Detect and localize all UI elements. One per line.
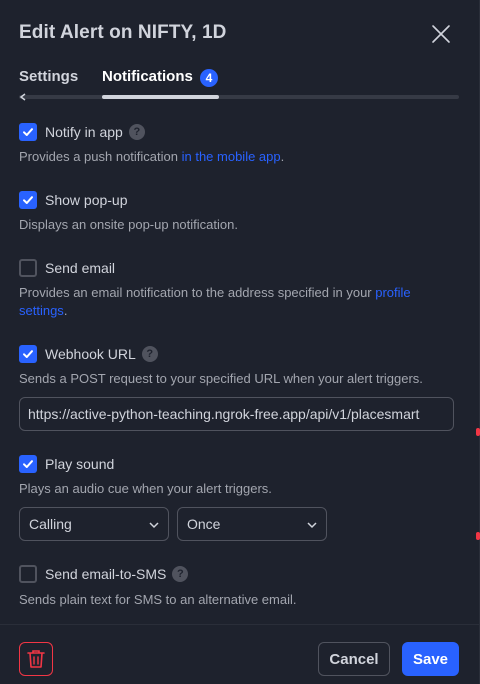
help-icon[interactable]: ?: [128, 124, 145, 140]
edge-marker: [476, 428, 480, 436]
checkmark-icon: [23, 350, 33, 358]
email-to-sms-checkbox[interactable]: [19, 565, 37, 583]
notify-in-app-description: Provides a push notification in the mobi…: [19, 148, 459, 166]
email-to-sms-description: Sends plain text for SMS to an alternati…: [19, 592, 297, 607]
cancel-button[interactable]: Cancel: [318, 642, 390, 676]
checkmark-icon: [23, 128, 33, 136]
edit-alert-dialog: Edit Alert on NIFTY, 1D Settings Notific…: [0, 0, 480, 684]
description-text: .: [63, 303, 68, 318]
email-to-sms-option: Send email-to-SMS ?: [19, 564, 459, 584]
send-email-description: Provides an email notification to the ad…: [19, 284, 459, 320]
dialog-title: Edit Alert on NIFTY, 1D: [19, 22, 227, 43]
sound-select[interactable]: Calling: [19, 507, 169, 541]
repeat-select[interactable]: Once: [177, 507, 327, 541]
tab-settings[interactable]: Settings: [19, 68, 78, 85]
notify-in-app-label[interactable]: Notify in app: [45, 124, 123, 140]
checkmark-icon: [23, 460, 33, 468]
close-button[interactable]: [429, 22, 453, 46]
webhook-url-option: Webhook URL ?: [19, 344, 459, 364]
email-to-sms-label[interactable]: Send email-to-SMS: [45, 566, 166, 582]
webhook-url-label[interactable]: Webhook URL: [45, 346, 136, 362]
delete-alert-button[interactable]: [19, 642, 53, 676]
tab-scroll-track: [19, 95, 459, 99]
play-sound-checkbox[interactable]: [19, 455, 37, 473]
send-email-label[interactable]: Send email: [45, 260, 115, 276]
show-popup-option: Show pop-up: [19, 190, 459, 210]
help-icon[interactable]: ?: [141, 346, 158, 362]
chevron-down-icon: [307, 522, 317, 529]
active-tab-indicator: [102, 95, 219, 99]
notifications-count-badge: 4: [200, 69, 218, 87]
show-popup-description: Displays an onsite pop-up notification.: [19, 217, 238, 232]
edge-marker: [476, 532, 480, 540]
send-email-checkbox[interactable]: [19, 259, 37, 277]
chevron-down-icon: [149, 522, 159, 529]
tab-scroll-left-icon[interactable]: [19, 92, 29, 102]
dialog-header: Edit Alert on NIFTY, 1D: [19, 22, 459, 48]
webhook-url-description: Sends a POST request to your specified U…: [19, 371, 423, 386]
save-button[interactable]: Save: [402, 642, 459, 676]
description-text: .: [280, 149, 285, 164]
show-popup-label[interactable]: Show pop-up: [45, 192, 128, 208]
description-text: Provides a push notification: [19, 149, 182, 164]
webhook-url-input[interactable]: https://active-python-teaching.ngrok-fre…: [19, 397, 454, 431]
webhook-url-checkbox[interactable]: [19, 345, 37, 363]
checkmark-icon: [23, 196, 33, 204]
help-icon[interactable]: ?: [172, 566, 189, 582]
play-sound-option: Play sound: [19, 454, 459, 474]
description-text: Provides an email notification to the ad…: [19, 285, 376, 300]
close-icon: [432, 25, 450, 43]
notify-in-app-checkbox[interactable]: [19, 123, 37, 141]
notify-in-app-option: Notify in app ?: [19, 122, 459, 142]
sound-select-value: Calling: [29, 516, 72, 532]
repeat-select-value: Once: [187, 516, 221, 532]
tab-notifications[interactable]: Notifications: [102, 68, 193, 85]
show-popup-checkbox[interactable]: [19, 191, 37, 209]
footer-divider: [0, 624, 480, 625]
trash-icon: [27, 650, 45, 668]
play-sound-label[interactable]: Play sound: [45, 456, 114, 472]
send-email-option: Send email: [19, 258, 459, 278]
play-sound-description: Plays an audio cue when your alert trigg…: [19, 481, 272, 496]
mobile-app-link[interactable]: in the mobile app: [182, 149, 281, 164]
